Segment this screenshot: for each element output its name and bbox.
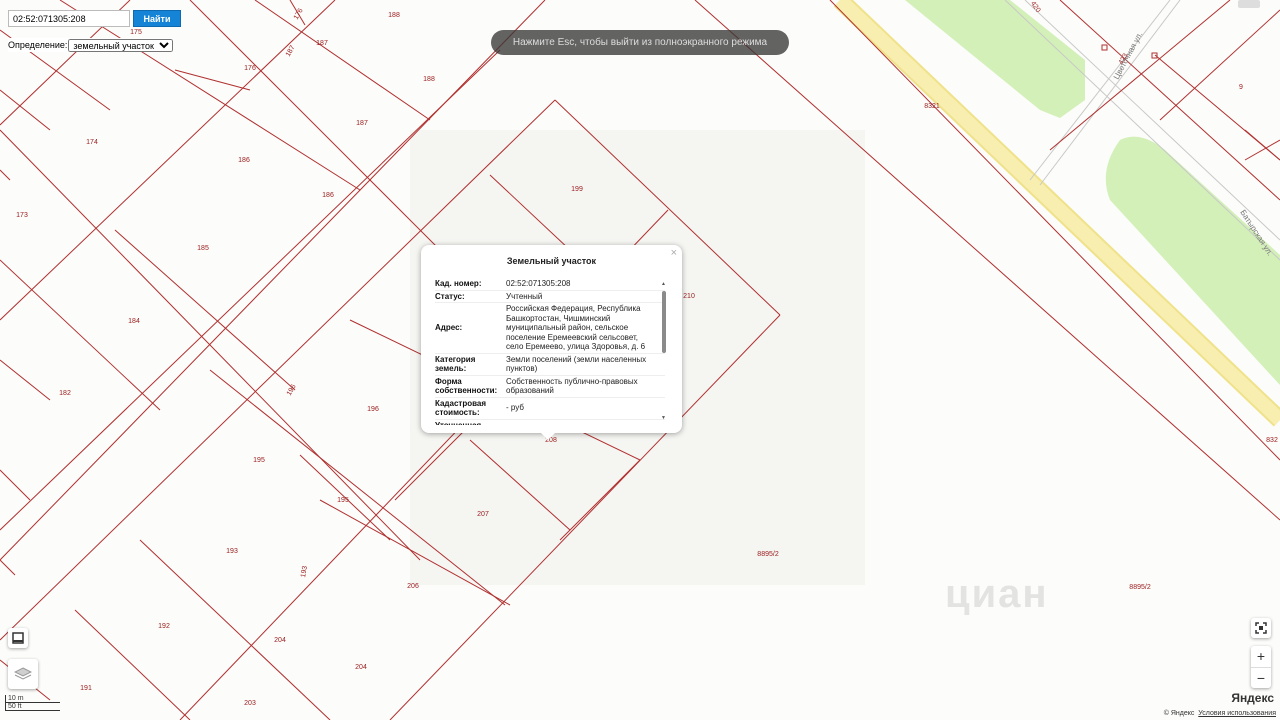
info-row-cadastral-number: Кад. номер: 02:52:071305:208 bbox=[435, 278, 665, 291]
info-value: Учтенный bbox=[506, 291, 543, 301]
parcel-number-label: 206 bbox=[407, 583, 419, 590]
parcel-number-label: 187 bbox=[356, 120, 368, 127]
definition-select[interactable]: земельный участок bbox=[68, 38, 174, 52]
popup-scrollbar[interactable]: ▲ ▼ bbox=[661, 281, 667, 421]
copyright: © Яндекс Условия использования bbox=[1164, 710, 1276, 717]
scale-ruler: 10 m 50 ft bbox=[5, 695, 60, 711]
scroll-down-icon[interactable]: ▼ bbox=[661, 415, 666, 421]
parcel-number-label: 196 bbox=[367, 406, 379, 413]
zoom-control: + − bbox=[1251, 646, 1271, 688]
info-key: Кадастровая стоимость: bbox=[435, 398, 487, 418]
info-value: Российская Федерация, Республика Башкорт… bbox=[506, 304, 646, 351]
definition-row: Определение: земельный участок bbox=[8, 38, 174, 52]
parcel-number-label: 186 bbox=[322, 192, 334, 199]
definition-label: Определение: bbox=[8, 40, 68, 50]
cadastral-number-input[interactable] bbox=[8, 10, 130, 27]
find-button[interactable]: Найти bbox=[133, 10, 181, 27]
parcel-number-label: 199 bbox=[571, 186, 583, 193]
popup-pointer bbox=[541, 433, 555, 440]
layers-button[interactable] bbox=[8, 659, 38, 689]
parcel-number-label: 195 bbox=[337, 497, 349, 504]
parcel-number-label: 186 bbox=[238, 157, 250, 164]
corner-map-button bbox=[1238, 0, 1260, 8]
copyright-owner: © Яндекс bbox=[1163, 710, 1195, 717]
parcel-number-label: 832 bbox=[1266, 437, 1278, 444]
parcel-number-label: 204 bbox=[274, 637, 286, 644]
parcel-number-label: 175 bbox=[130, 29, 142, 36]
terms-link[interactable]: Условия использования bbox=[1198, 710, 1276, 717]
popup-title: Земельный участок bbox=[506, 256, 597, 266]
parcel-number-label: 182 bbox=[59, 390, 71, 397]
info-row-status: Статус: Учтенный bbox=[435, 291, 665, 303]
info-value: 02:52:071305:208 bbox=[506, 279, 571, 288]
info-row-specified: Уточненная bbox=[435, 420, 665, 426]
scale-metric: 10 m bbox=[5, 695, 60, 703]
info-key: Форма собственности: bbox=[435, 376, 498, 396]
info-key: Уточненная bbox=[435, 420, 482, 426]
parcel-number-label: 191 bbox=[80, 685, 92, 692]
info-row-land-category: Категория земель: Земли поселений (земли… bbox=[435, 354, 665, 376]
parcel-number-label: 8895/2 bbox=[757, 551, 779, 558]
scroll-thumb[interactable] bbox=[662, 291, 666, 353]
ruler-icon bbox=[12, 632, 24, 644]
parcel-number-label: 184 bbox=[128, 318, 140, 325]
scale-imperial: 50 ft bbox=[5, 703, 60, 711]
info-row-address: Адрес: Российская Федерация, Республика … bbox=[435, 303, 665, 354]
parcel-number-label: 207 bbox=[477, 511, 489, 518]
popup-info-table[interactable]: Кад. номер: 02:52:071305:208 Статус: Учт… bbox=[435, 278, 665, 425]
parcel-number-label: 192 bbox=[158, 623, 170, 630]
info-key: Статус: bbox=[435, 291, 465, 301]
parcel-number-label: 187 bbox=[316, 40, 328, 47]
parcel-number-label: 188 bbox=[423, 76, 435, 83]
parcel-number-label: 188 bbox=[388, 12, 400, 19]
info-value: - руб bbox=[506, 403, 524, 413]
cian-watermark: циан bbox=[945, 572, 1049, 616]
info-key: Адрес: bbox=[435, 323, 463, 332]
parcel-number-label: 174 bbox=[86, 139, 98, 146]
scroll-up-icon[interactable]: ▲ bbox=[661, 281, 666, 287]
info-row-cadastral-value: Кадастровая стоимость: - руб bbox=[435, 398, 665, 420]
info-key: Кад. номер: bbox=[435, 279, 482, 288]
parcel-number-label: 8321 bbox=[924, 103, 940, 110]
info-row-ownership: Форма собственности: Собственность публи… bbox=[435, 376, 665, 398]
zoom-in-button[interactable]: + bbox=[1257, 646, 1265, 667]
info-value: Земли поселений (земли населенных пункто… bbox=[506, 354, 647, 374]
parcel-number-label: 176 bbox=[244, 65, 256, 72]
fullscreen-exit-icon bbox=[1255, 622, 1267, 634]
layers-icon bbox=[14, 667, 32, 680]
parcel-number-label: 8895/2 bbox=[1129, 584, 1151, 591]
fullscreen-button[interactable] bbox=[1251, 618, 1271, 638]
zoom-out-button[interactable]: − bbox=[1251, 666, 1271, 689]
info-value bbox=[505, 421, 648, 426]
info-value: Собственность публично-правовых образова… bbox=[506, 376, 638, 396]
yandex-logo[interactable]: Яндекс bbox=[1231, 691, 1274, 705]
cadastral-search: Найти bbox=[8, 10, 181, 27]
parcel-number-label: 195 bbox=[253, 457, 265, 464]
parcel-number-label: 193 bbox=[226, 548, 238, 555]
fullscreen-tip: Нажмите Esc, чтобы выйти из полноэкранно… bbox=[491, 30, 789, 55]
parcel-number-label: 210 bbox=[683, 293, 695, 300]
info-key: Категория земель: bbox=[435, 354, 476, 374]
parcel-number-label: 173 bbox=[16, 212, 28, 219]
parcel-number-label: 185 bbox=[197, 245, 209, 252]
parcel-number-label: 204 bbox=[355, 664, 367, 671]
parcel-info-popup: × Земельный участок Кад. номер: 02:52:07… bbox=[421, 245, 682, 440]
parcel-number-label: 9 bbox=[1239, 84, 1243, 91]
ruler-button[interactable] bbox=[8, 628, 28, 648]
parcel-number-label: 203 bbox=[244, 700, 256, 707]
